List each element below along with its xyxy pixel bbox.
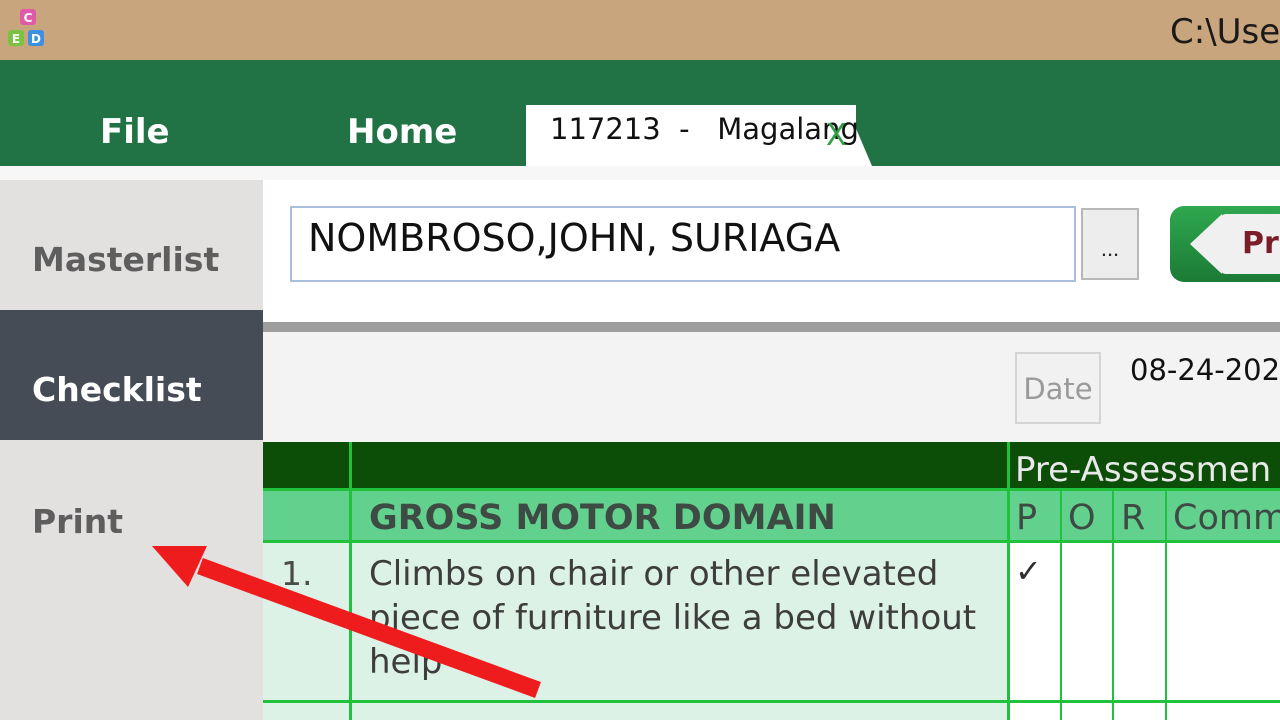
column-header-p: P: [1016, 498, 1038, 538]
sidebar: Masterlist Checklist Print: [0, 180, 263, 720]
document-tab-label: 117213 - Magalang: [550, 112, 859, 146]
row-divider: [263, 700, 1280, 703]
checkmark-icon[interactable]: ✓: [1015, 552, 1042, 590]
previous-button[interactable]: Pr: [1170, 206, 1280, 282]
column-header-comments: Comm: [1173, 498, 1280, 538]
sidebar-item-print[interactable]: Print: [0, 440, 263, 570]
title-bar: C E D C:\Use: [0, 0, 1280, 60]
student-name-field[interactable]: NOMBROSO,JOHN, SURIAGA: [290, 206, 1076, 282]
separator-bar: [263, 322, 1280, 332]
rating-cells: [1008, 542, 1280, 720]
logo-letter-e: E: [12, 32, 20, 46]
sidebar-item-masterlist[interactable]: Masterlist: [0, 180, 263, 310]
tab-file[interactable]: File: [100, 112, 170, 152]
sidebar-item-label: Checklist: [32, 370, 202, 409]
previous-button-label: Pr: [1242, 226, 1279, 261]
pre-assessment-header: Pre-Assessmen: [1015, 450, 1272, 490]
checklist-table: Pre-Assessmen GROSS MOTOR DOMAIN P O R C…: [263, 442, 1280, 720]
date-panel: [263, 332, 1280, 442]
student-name-value: NOMBROSO,JOHN, SURIAGA: [308, 216, 841, 260]
logo-letter-d: D: [31, 32, 41, 46]
date-value: 08-24-2020: [1130, 353, 1280, 387]
close-tab-icon[interactable]: X: [826, 118, 847, 153]
item-description: Climbs on chair or other elevated piece …: [369, 554, 977, 682]
browse-button[interactable]: ...: [1081, 208, 1139, 280]
column-divider: [349, 442, 352, 720]
column-header-o: O: [1068, 498, 1096, 538]
column-divider: [1060, 490, 1062, 720]
sidebar-item-label: Masterlist: [32, 240, 220, 279]
sidebar-item-label: Print: [32, 502, 124, 541]
item-number: 1.: [281, 554, 313, 593]
sidebar-item-checklist[interactable]: Checklist: [0, 310, 263, 440]
logo-letter-c: C: [24, 11, 33, 25]
ribbon-underline: [0, 166, 1280, 180]
date-button[interactable]: Date: [1015, 352, 1101, 424]
app-logo-icon: C E D: [8, 9, 44, 46]
tab-home[interactable]: Home: [347, 112, 457, 152]
arrow-left-tip: [1190, 214, 1222, 274]
column-header-r: R: [1121, 498, 1146, 538]
row-divider: [263, 540, 1280, 543]
domain-title: GROSS MOTOR DOMAIN: [369, 498, 836, 538]
window-title-path: C:\Use: [1170, 12, 1280, 52]
column-divider: [1112, 490, 1114, 720]
column-divider: [1165, 490, 1167, 720]
